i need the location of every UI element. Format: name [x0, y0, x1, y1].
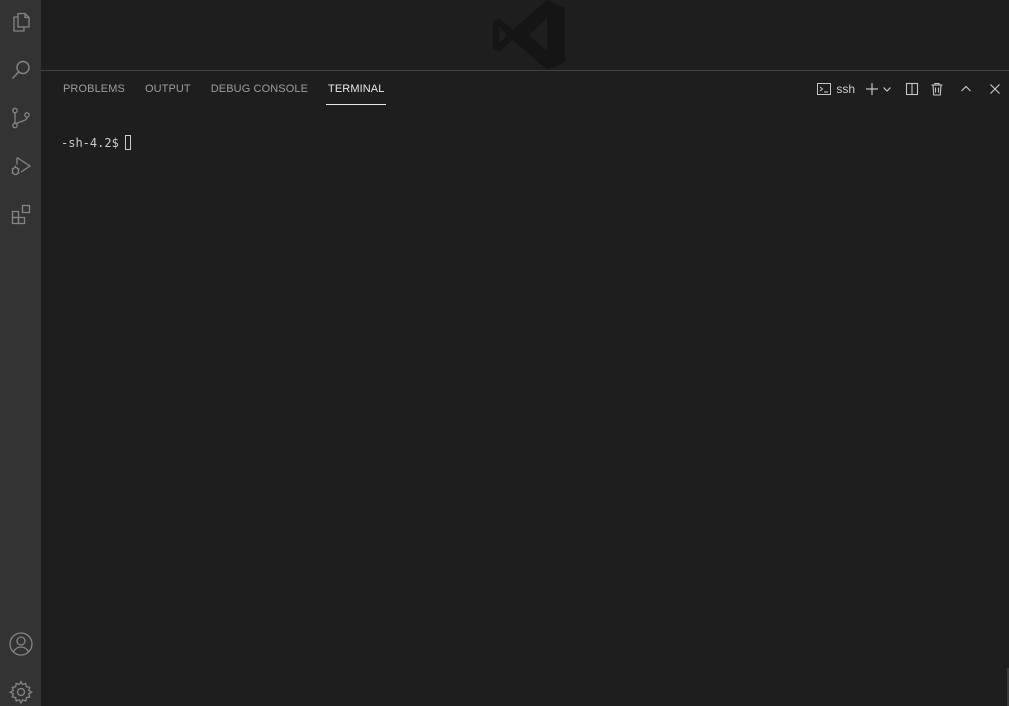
tab-terminal[interactable]: TERMINAL: [326, 71, 387, 106]
terminal-output[interactable]: -sh-4.2$: [61, 135, 131, 150]
panel-actions: ssh: [813, 71, 1009, 106]
accounts-icon: [8, 632, 33, 656]
terminal-selector-button[interactable]: ssh: [816, 78, 855, 100]
terminal-prompt: -sh-4.2$: [61, 135, 119, 150]
launch-profile-dropdown[interactable]: [881, 78, 893, 100]
editor-area: [41, 0, 1009, 70]
trash-icon: [931, 82, 943, 96]
source-control-icon: [11, 107, 30, 129]
vscode-logo-watermark-icon: [493, 0, 565, 70]
terminal-cursor: [124, 135, 131, 150]
close-panel-button[interactable]: [987, 78, 1003, 100]
maximize-panel-button[interactable]: [958, 78, 974, 100]
plus-icon: [866, 82, 878, 95]
manage-gear-icon: [8, 680, 33, 705]
extensions-icon: [11, 204, 30, 225]
split-icon: [905, 82, 919, 95]
bottom-panel: PROBLEMS OUTPUT DEBUG CONSOLE TERMINAL s…: [41, 70, 1009, 706]
chevron-down-icon: [883, 86, 891, 92]
activity-manage[interactable]: [0, 672, 41, 706]
split-terminal-button[interactable]: [904, 78, 920, 100]
kill-terminal-button[interactable]: [929, 78, 945, 100]
tab-output[interactable]: OUTPUT: [145, 71, 191, 106]
search-icon: [11, 60, 30, 79]
new-terminal-button[interactable]: [864, 78, 880, 100]
activity-source-control[interactable]: [0, 98, 41, 138]
panel-tabs: PROBLEMS OUTPUT DEBUG CONSOLE TERMINAL: [53, 71, 394, 106]
files-icon: [12, 12, 30, 32]
activity-bar: [0, 0, 41, 706]
activity-run-debug[interactable]: [0, 146, 41, 186]
terminal-name-label: ssh: [836, 81, 855, 96]
run-debug-icon: [11, 156, 31, 176]
vscode-window: PROBLEMS OUTPUT DEBUG CONSOLE TERMINAL s…: [0, 0, 1009, 706]
activity-explorer[interactable]: [0, 2, 41, 42]
chevron-up-icon: [961, 85, 971, 91]
tab-debug-console[interactable]: DEBUG CONSOLE: [211, 71, 308, 106]
close-icon: [990, 83, 1000, 94]
activity-accounts[interactable]: [0, 624, 41, 664]
tab-problems[interactable]: PROBLEMS: [63, 71, 125, 106]
activity-extensions[interactable]: [0, 194, 41, 234]
activity-search[interactable]: [0, 50, 41, 90]
terminal-icon: [817, 82, 832, 95]
